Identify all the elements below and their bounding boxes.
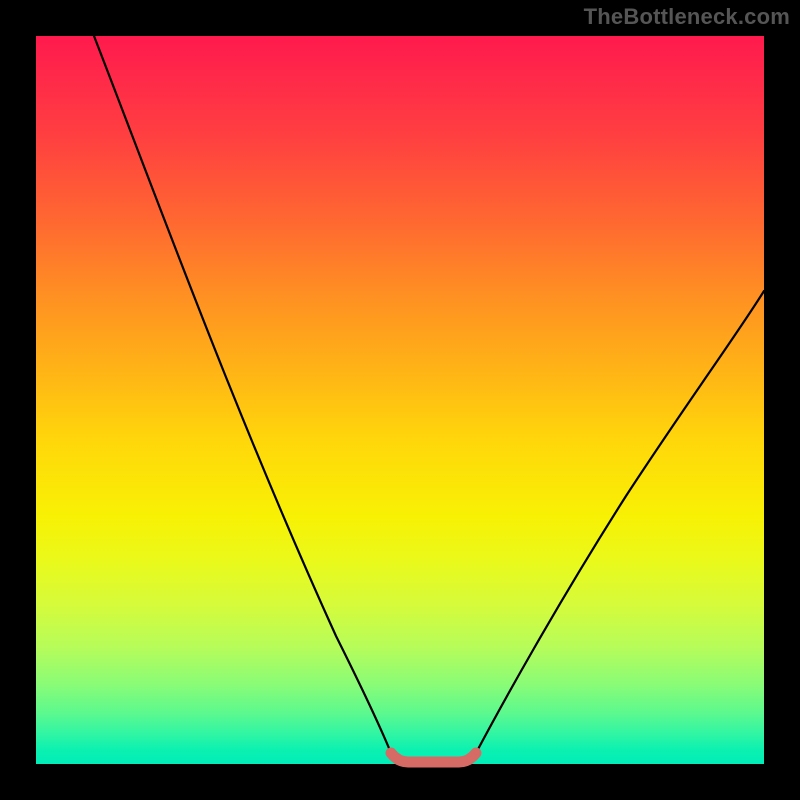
- curve-left-branch: [94, 36, 391, 753]
- plot-area: [36, 36, 764, 764]
- watermark-label: TheBottleneck.com: [584, 4, 790, 30]
- bottleneck-curve: [36, 36, 764, 764]
- curve-trough-highlight: [391, 753, 476, 762]
- curve-right-branch: [476, 291, 764, 753]
- chart-frame: TheBottleneck.com: [0, 0, 800, 800]
